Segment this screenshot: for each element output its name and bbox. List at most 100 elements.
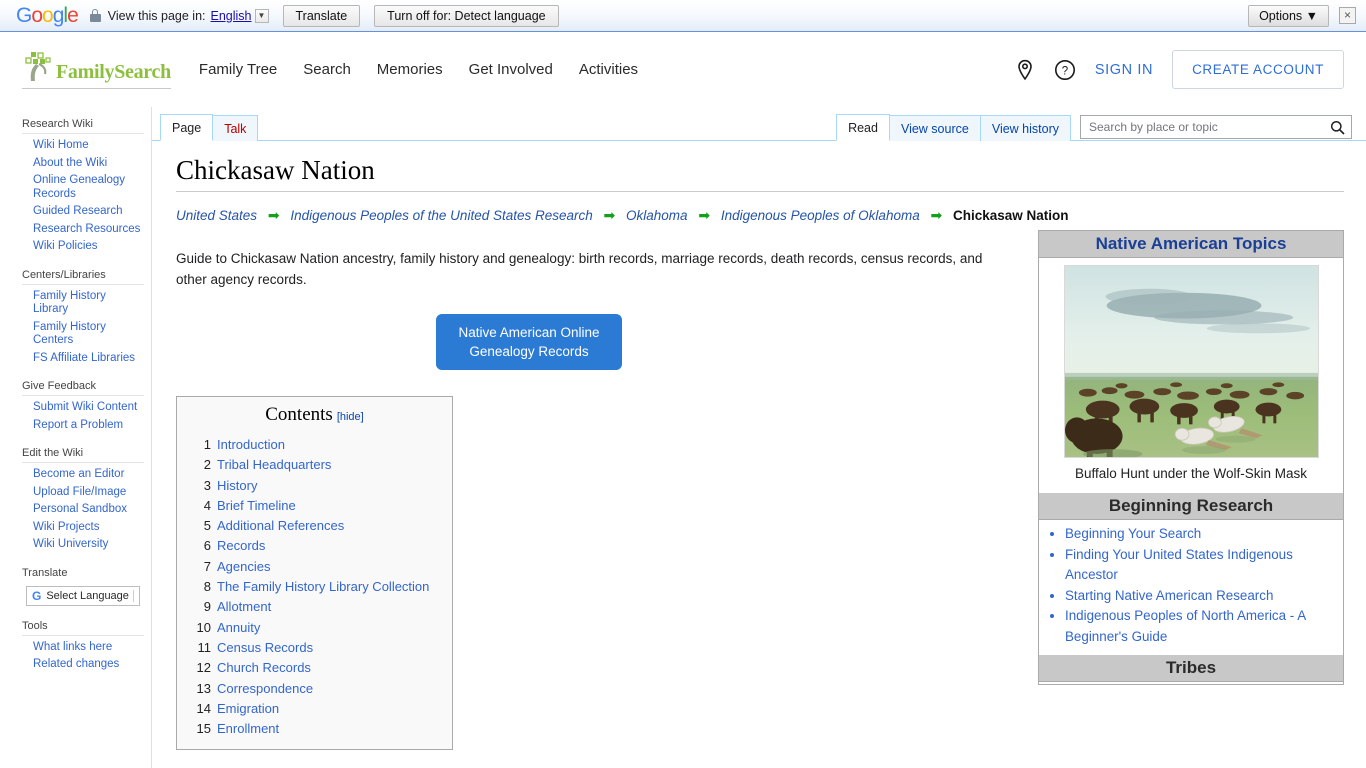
help-circle-icon[interactable]: ? xyxy=(1054,59,1076,81)
sidebar-item-wiki-home[interactable]: Wiki Home xyxy=(22,138,144,154)
list-item: Family History Library xyxy=(22,288,144,319)
toc-number: 10 xyxy=(196,619,211,635)
nav-item-get-involved[interactable]: Get Involved xyxy=(469,61,553,78)
toc-item-history[interactable]: History xyxy=(217,476,257,496)
sidebar-item-wiki-policies[interactable]: Wiki Policies xyxy=(22,239,144,255)
toc-item-church-records[interactable]: Church Records xyxy=(217,658,311,678)
toc-item-family-history-library-collection[interactable]: The Family History Library Collection xyxy=(217,577,429,597)
translate-options-button[interactable]: Options ▼ xyxy=(1248,4,1329,27)
toc-number: 3 xyxy=(203,477,211,493)
toc-number: 13 xyxy=(196,680,211,696)
nav-item-memories[interactable]: Memories xyxy=(377,61,443,78)
list-item: 13 Correspondence xyxy=(187,679,442,699)
search-icon[interactable] xyxy=(1330,120,1345,135)
select-language-label: Select Language xyxy=(46,589,134,602)
toc-hide-link[interactable]: [hide] xyxy=(337,411,364,423)
infobox-link-finding-indigenous-ancestor[interactable]: Finding Your United States Indigenous An… xyxy=(1065,547,1293,583)
sidebar-item-personal-sandbox[interactable]: Personal Sandbox xyxy=(22,502,144,518)
sidebar-item-wiki-university[interactable]: Wiki University xyxy=(22,537,144,553)
translate-button[interactable]: Translate xyxy=(282,4,361,27)
cta-line-1: Native American Online xyxy=(458,325,600,340)
sidebar-item-become-an-editor[interactable]: Become an Editor xyxy=(22,467,144,483)
list-item: Beginning Your Search xyxy=(1065,524,1337,545)
nav-item-search[interactable]: Search xyxy=(303,61,351,78)
list-item: Starting Native American Research xyxy=(1065,586,1337,607)
sidebar-item-what-links-here[interactable]: What links here xyxy=(22,640,144,656)
list-item: 10 Annuity xyxy=(187,618,442,638)
breadcrumb-item-united-states[interactable]: United States xyxy=(176,208,257,223)
location-pin-icon[interactable] xyxy=(1015,59,1035,81)
tab-read[interactable]: Read xyxy=(836,114,890,141)
search-input[interactable] xyxy=(1087,119,1330,135)
infobox-link-starting-native-american-research[interactable]: Starting Native American Research xyxy=(1065,588,1273,603)
toc-item-introduction[interactable]: Introduction xyxy=(217,435,285,455)
breadcrumb-item-indigenous-peoples-us-research[interactable]: Indigenous Peoples of the United States … xyxy=(290,208,592,223)
toc-number: 1 xyxy=(203,437,211,452)
article-content: Chickasaw Nation United States ➡ Indigen… xyxy=(152,141,1366,768)
sidebar-item-report-a-problem[interactable]: Report a Problem xyxy=(22,418,144,434)
breadcrumb-item-current: Chickasaw Nation xyxy=(952,208,1069,223)
breadcrumb-item-oklahoma[interactable]: Oklahoma xyxy=(626,208,688,223)
toc-item-records[interactable]: Records xyxy=(217,536,265,556)
breadcrumb: United States ➡ Indigenous Peoples of th… xyxy=(176,205,1344,226)
familysearch-logo[interactable]: FamilySearch xyxy=(22,50,171,89)
beginning-research-list: Beginning Your Search Finding Your Unite… xyxy=(1039,524,1343,647)
toc-item-census-records[interactable]: Census Records xyxy=(217,638,313,658)
list-item: Report a Problem xyxy=(22,417,144,435)
select-language-widget[interactable]: G Select Language xyxy=(26,585,140,606)
toc-item-additional-references[interactable]: Additional References xyxy=(217,516,344,536)
family-tree-logo-icon xyxy=(25,52,51,81)
toc-title: Contents [hide] xyxy=(187,404,442,426)
sidebar-item-submit-wiki-content[interactable]: Submit Wiki Content xyxy=(22,400,144,416)
breadcrumb-item-indigenous-peoples-oklahoma[interactable]: Indigenous Peoples of Oklahoma xyxy=(721,208,920,223)
infobox-link-beginning-your-search[interactable]: Beginning Your Search xyxy=(1065,526,1201,541)
toc-item-annuity[interactable]: Annuity xyxy=(217,618,260,638)
sidebar-item-research-resources[interactable]: Research Resources xyxy=(22,222,144,238)
wiki-tab-bar: Page Talk Read View source View history xyxy=(152,107,1366,141)
toc-item-enrollment[interactable]: Enrollment xyxy=(217,719,279,739)
tab-page[interactable]: Page xyxy=(160,114,214,141)
infobox-title: Native American Topics xyxy=(1039,231,1343,258)
sidebar-item-fs-affiliate-libraries[interactable]: FS Affiliate Libraries xyxy=(22,351,144,367)
list-item: 12 Church Records xyxy=(187,658,442,678)
infobox-image-caption: Buffalo Hunt under the Wolf-Skin Mask xyxy=(1074,466,1308,481)
sign-in-link[interactable]: SIGN IN xyxy=(1095,62,1153,78)
table-of-contents: Contents [hide] 1 Introduction 2 Tribal Hea… xyxy=(176,396,453,751)
native-american-online-records-button[interactable]: Native American Online Genealogy Records xyxy=(436,314,622,370)
sidebar-item-wiki-projects[interactable]: Wiki Projects xyxy=(22,520,144,536)
toc-item-correspondence[interactable]: Correspondence xyxy=(217,679,313,699)
sidebar-item-about-the-wiki[interactable]: About the Wiki xyxy=(22,156,144,172)
page-body: Research Wiki Wiki Home About the Wiki O… xyxy=(0,107,1366,768)
list-item: 1 Introduction xyxy=(187,435,442,455)
toc-item-tribal-headquarters[interactable]: Tribal Headquarters xyxy=(217,455,331,475)
sidebar-item-family-history-library[interactable]: Family History Library xyxy=(22,289,144,318)
toc-item-brief-timeline[interactable]: Brief Timeline xyxy=(217,496,296,516)
tab-view-history[interactable]: View history xyxy=(979,115,1071,141)
create-account-button[interactable]: CREATE ACCOUNT xyxy=(1172,50,1344,89)
sidebar-item-guided-research[interactable]: Guided Research xyxy=(22,204,144,220)
toc-item-agencies[interactable]: Agencies xyxy=(217,557,270,577)
toc-number: 7 xyxy=(203,558,211,574)
infobox-section-beginning-research: Beginning Research Beginning Your Search… xyxy=(1039,492,1343,654)
search-box[interactable] xyxy=(1080,115,1352,139)
close-icon[interactable]: × xyxy=(1339,7,1356,24)
tab-view-source[interactable]: View source xyxy=(888,115,981,141)
toc-item-emigration[interactable]: Emigration xyxy=(217,699,279,719)
sidebar-item-related-changes[interactable]: Related changes xyxy=(22,657,144,673)
sidebar-item-family-history-centers[interactable]: Family History Centers xyxy=(22,320,144,349)
content-wrapper: Page Talk Read View source View history … xyxy=(152,107,1366,768)
turn-off-translate-button[interactable]: Turn off for: Detect language xyxy=(374,4,559,27)
chevron-down-icon[interactable]: ▼ xyxy=(254,8,269,23)
sidebar-item-upload-file-image[interactable]: Upload File/Image xyxy=(22,485,144,501)
nav-item-family-tree[interactable]: Family Tree xyxy=(199,61,277,78)
infobox-link-indigenous-peoples-beginners-guide[interactable]: Indigenous Peoples of North America - A … xyxy=(1065,608,1305,644)
google-translate-bar: Google View this page in: English ▼ Tran… xyxy=(0,0,1366,32)
lock-icon xyxy=(89,9,101,22)
translate-language-link[interactable]: English xyxy=(211,9,252,23)
tab-talk[interactable]: Talk xyxy=(212,115,259,141)
toc-item-allotment[interactable]: Allotment xyxy=(217,597,271,617)
sidebar-section-title: Give Feedback xyxy=(22,380,96,392)
infobox-section-heading: Tribes xyxy=(1039,655,1343,682)
sidebar-item-online-genealogy-records[interactable]: Online Genealogy Records xyxy=(22,173,144,202)
nav-item-activities[interactable]: Activities xyxy=(579,61,638,78)
